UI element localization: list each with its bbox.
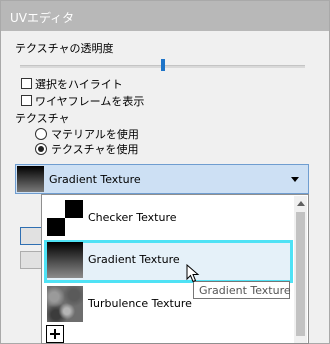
list-item-label: Checker Texture <box>88 211 177 224</box>
turbulence-thumbnail-icon <box>47 286 83 322</box>
use-material-radio[interactable] <box>35 128 47 140</box>
texture-combo-box[interactable]: Gradient Texture <box>15 164 309 194</box>
texture-group-label: テクスチャ <box>15 112 70 125</box>
title-bar[interactable]: UVエディタ <box>1 1 329 31</box>
mouse-cursor-icon <box>186 264 200 283</box>
list-item-checker-texture[interactable]: Checker Texture <box>44 198 293 238</box>
texture-dropdown-list[interactable]: Checker Texture Gradient Texture Turbule… <box>41 194 309 344</box>
window-title: UVエディタ <box>10 11 75 25</box>
use-material-label: マテリアルを使用 <box>51 128 139 141</box>
show-wireframe-checkbox[interactable] <box>21 95 32 106</box>
dropdown-scrollbar[interactable] <box>294 196 307 343</box>
checker-thumbnail-icon <box>47 200 83 236</box>
gradient-thumbnail-icon <box>17 166 44 192</box>
highlight-selection-label: 選択をハイライト <box>35 78 123 91</box>
highlight-selection-checkbox[interactable] <box>21 78 32 89</box>
scrollbar-thumb[interactable] <box>296 212 305 336</box>
opacity-slider-thumb[interactable] <box>161 59 165 71</box>
show-wireframe-label: ワイヤフレームを表示 <box>35 95 145 108</box>
gradient-thumbnail-icon <box>47 242 83 278</box>
use-texture-label: テクスチャを使用 <box>51 143 139 156</box>
list-item-label: Gradient Texture <box>88 253 180 266</box>
tooltip-text: Gradient Texture <box>199 284 291 297</box>
use-texture-radio[interactable] <box>35 143 47 155</box>
opacity-label: テクスチャの透明度 <box>15 42 114 55</box>
chevron-down-icon[interactable] <box>291 177 299 182</box>
scroll-up-arrow-icon[interactable] <box>297 201 305 206</box>
list-item-label: Turbulence Texture <box>88 297 192 310</box>
tooltip: Gradient Texture <box>193 281 291 299</box>
list-item-gradient-texture[interactable]: Gradient Texture <box>44 240 293 283</box>
combo-selected-text: Gradient Texture <box>49 173 141 186</box>
plus-icon[interactable] <box>46 325 64 343</box>
